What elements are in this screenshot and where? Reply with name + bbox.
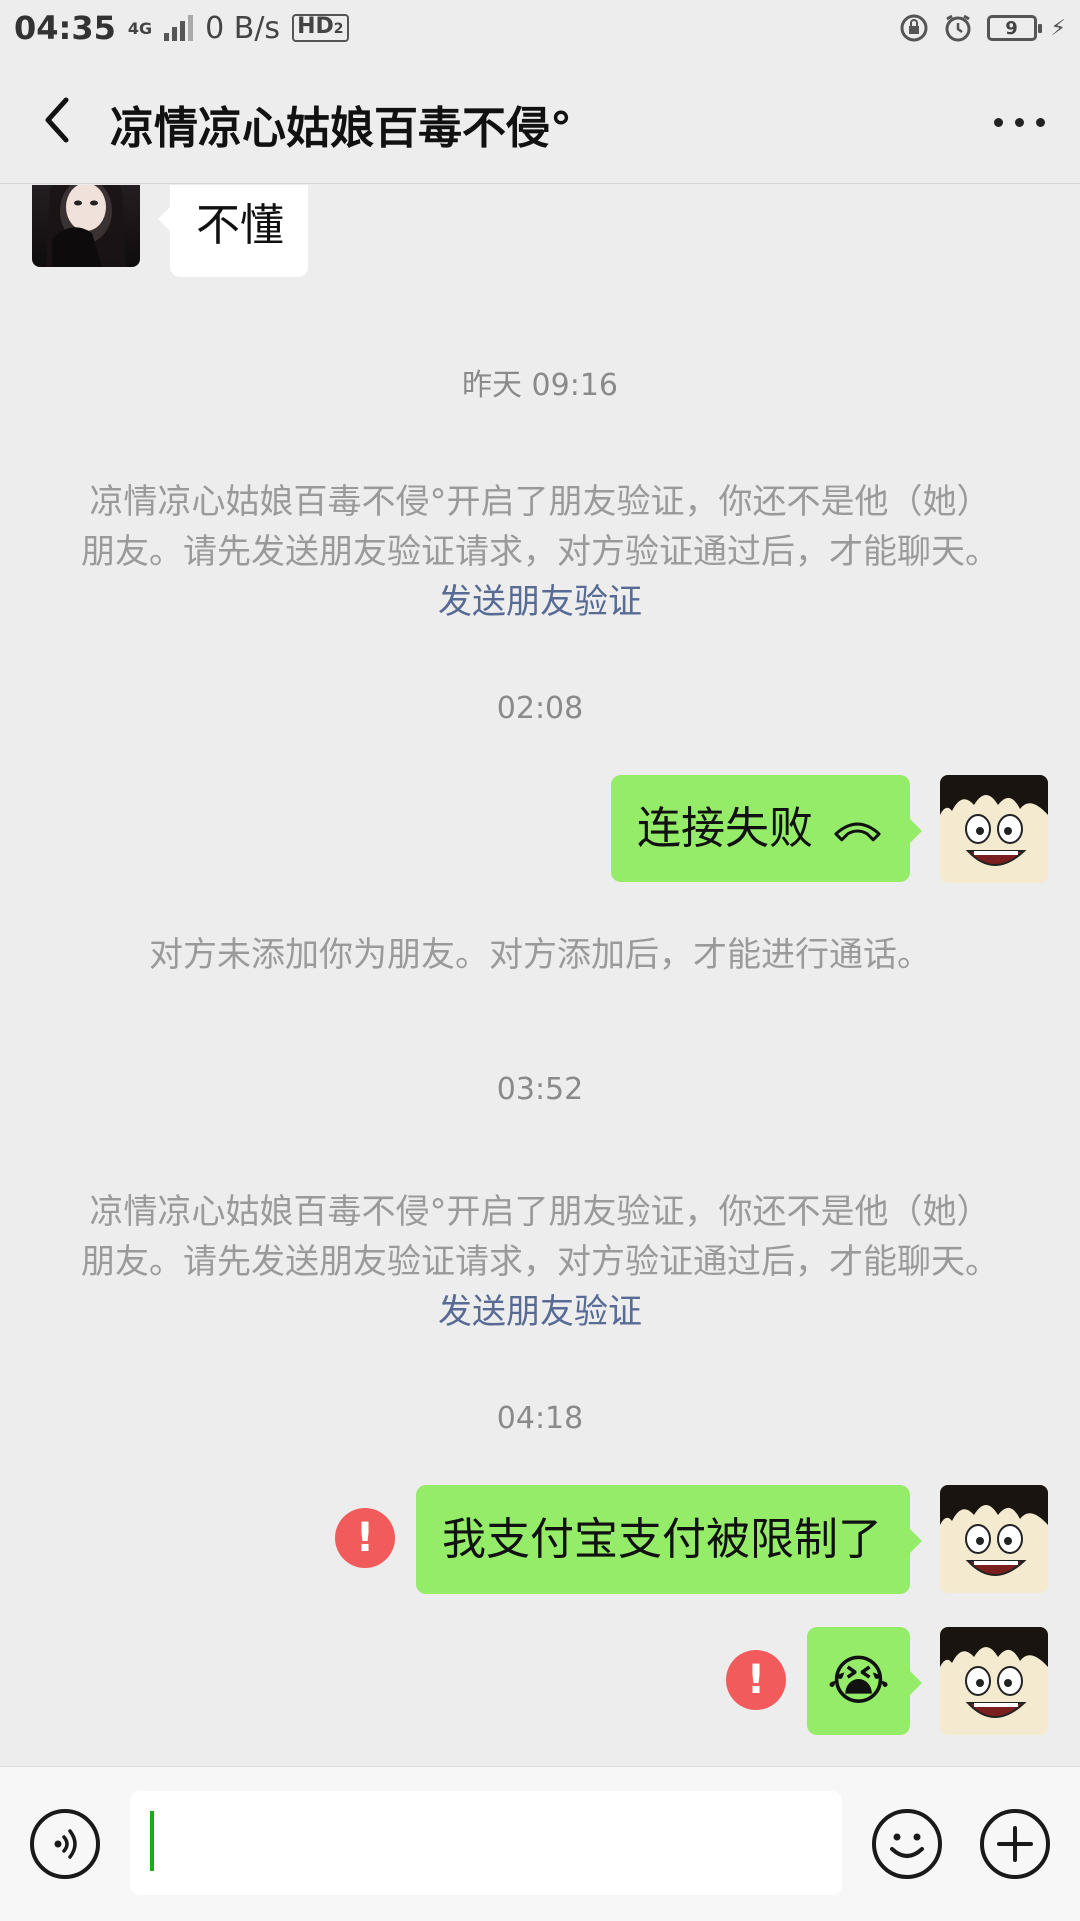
emoji-icon[interactable] <box>872 1809 942 1879</box>
avatar-contact[interactable] <box>32 185 140 267</box>
system-notice: 凉情凉心姑娘百毒不侵°开启了朋友验证，你还不是他（她）朋友。请先发送朋友验证请求… <box>81 482 999 622</box>
send-verification-link[interactable]: 发送朋友验证 <box>438 1292 642 1332</box>
timestamp: 昨天 09:16 <box>462 368 618 403</box>
message-input[interactable] <box>130 1791 842 1895</box>
status-right: 9 ⚡ <box>899 13 1066 43</box>
message-list[interactable]: 不懂 昨天 09:16 凉情凉心姑娘百毒不侵°开启了朋友验证，你还不是他（她）朋… <box>0 185 1080 1765</box>
system-notice: 对方未添加你为朋友。对方添加后，才能进行通话。 <box>149 935 931 975</box>
hd-icon: HD2 <box>292 14 349 42</box>
alarm-icon <box>945 14 971 42</box>
avatar-self[interactable] <box>940 1485 1048 1593</box>
message-bubble-outgoing[interactable]: 连接失败 <box>611 775 922 882</box>
network-type: 4G <box>127 18 153 38</box>
signal-icon <box>164 15 194 41</box>
send-failed-icon[interactable]: ! <box>335 1508 395 1568</box>
text-cursor <box>150 1811 154 1871</box>
voice-icon[interactable] <box>30 1809 100 1879</box>
input-bar <box>0 1766 1080 1921</box>
message-bubble-outgoing[interactable]: 😭 <box>807 1627 922 1735</box>
charging-icon: ⚡ <box>1050 15 1066 41</box>
avatar-self[interactable] <box>940 1627 1048 1735</box>
timestamp: 03:52 <box>496 1072 584 1107</box>
system-notice: 凉情凉心姑娘百毒不侵°开启了朋友验证，你还不是他（她）朋友。请先发送朋友验证请求… <box>81 1192 999 1332</box>
chevron-left-icon[interactable] <box>30 90 90 150</box>
chat-header: 凉情凉心姑娘百毒不侵° <box>0 56 1080 184</box>
timestamp: 02:08 <box>496 691 584 726</box>
message-text: 不懂 <box>196 200 284 251</box>
avatar-self[interactable] <box>940 775 1048 883</box>
timestamp: 04:18 <box>496 1401 584 1436</box>
message-bubble-outgoing[interactable]: 我支付宝支付被限制了 <box>416 1485 922 1594</box>
network-speed: 0 B/s <box>205 10 281 46</box>
status-left: 04:35 4G 0 B/s HD2 <box>14 9 349 47</box>
send-verification-link[interactable]: 发送朋友验证 <box>438 582 642 622</box>
status-time: 04:35 <box>14 9 116 47</box>
status-bar: 04:35 4G 0 B/s HD2 9 ⚡ <box>0 0 1080 56</box>
message-bubble-incoming[interactable]: 不懂 <box>158 185 308 277</box>
phone-hangup-icon <box>834 822 881 841</box>
lock-rotation-icon <box>900 14 928 42</box>
send-failed-icon[interactable]: ! <box>726 1650 786 1710</box>
emoji-message: 😭 <box>826 1649 891 1712</box>
message-text: 我支付宝支付被限制了 <box>442 1513 882 1565</box>
page-title: 凉情凉心姑娘百毒不侵° <box>110 103 572 154</box>
plus-icon[interactable] <box>980 1809 1050 1879</box>
more-dots-icon[interactable] <box>984 92 1054 152</box>
battery-icon: 9 <box>986 15 1042 41</box>
message-text: 连接失败 <box>637 802 813 854</box>
